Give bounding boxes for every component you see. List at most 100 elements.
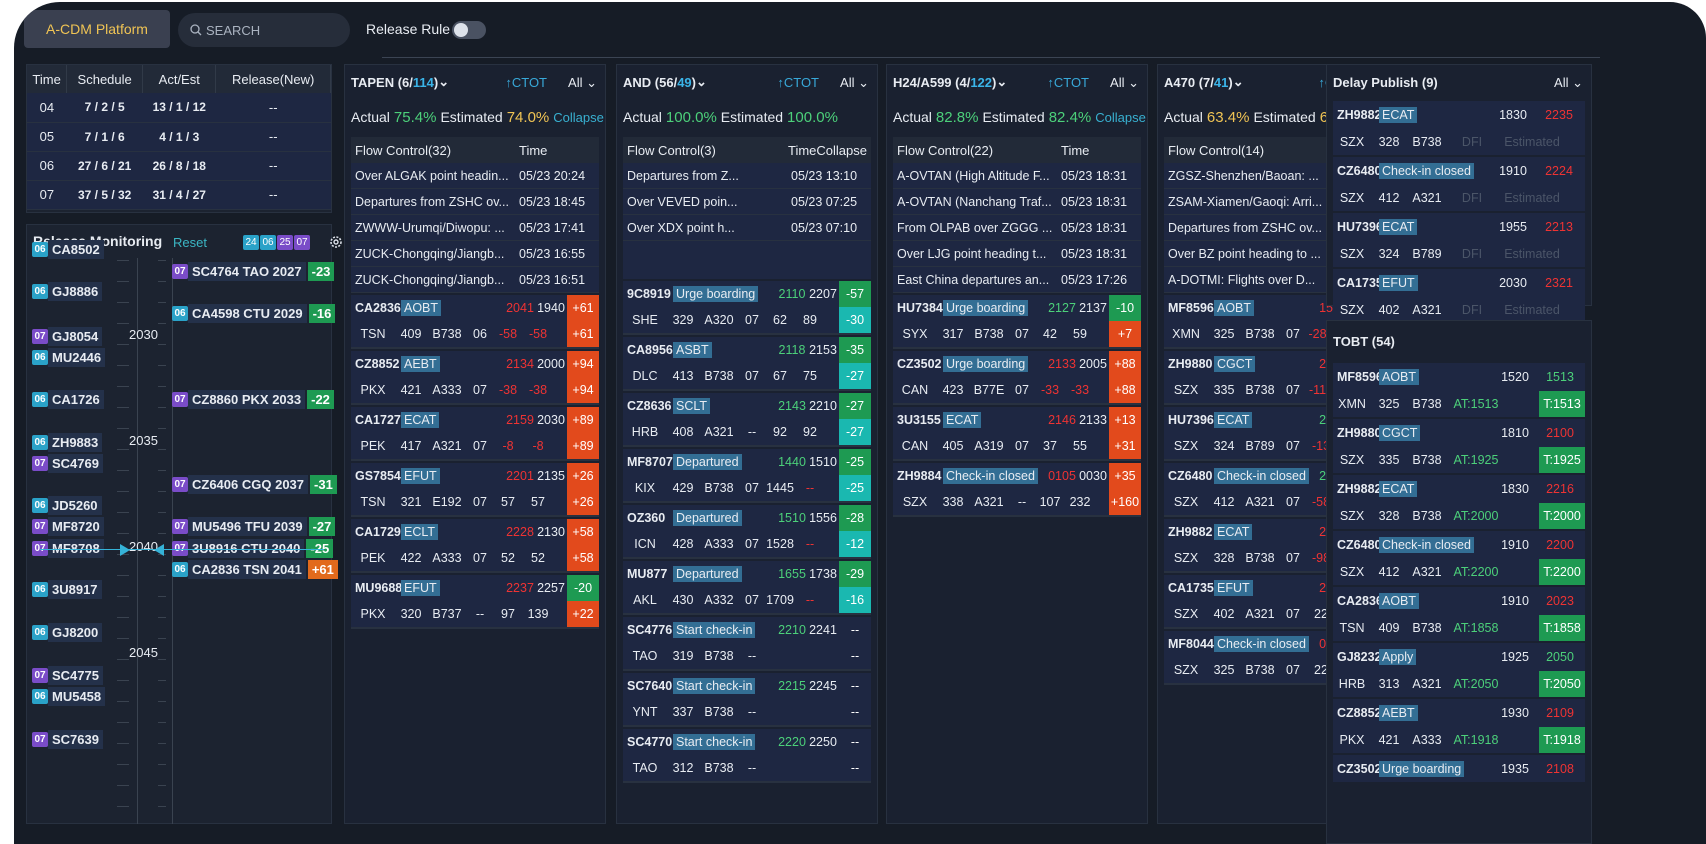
monitor-flight-right[interactable]: 07 SC4764 TAO 2027 -23 [172, 262, 335, 281]
flight-card[interactable]: MU9688 EFUT 2237 2257 -20 PKX 320 B737 -- 97 139 +2… [351, 575, 599, 629]
monitor-flight-left[interactable]: 07 GJ8054 [32, 327, 103, 346]
flight-card[interactable]: SC4770 Start check-in 2220 2250 -- TAO 312 B738… [623, 729, 871, 783]
chevron-down-icon[interactable]: ⌄ [696, 74, 707, 90]
delay-box: -25 [839, 475, 871, 501]
chevron-down-icon[interactable]: ⌄ [996, 74, 1007, 90]
tobt-item[interactable]: CZ8852 AEBT 1930 2109 PKX 421 A333 AT:1918 T:191… [1333, 699, 1585, 753]
flight-callsign: MU877 [627, 567, 668, 581]
monitor-flight-left[interactable]: 06 MU2446 [32, 348, 106, 367]
flight-field: SZX [1173, 663, 1199, 677]
flight-row-1: CZ3502 Urge boarding 2133 2005 +88 [893, 351, 1141, 377]
flight-field: 59 [1073, 327, 1087, 341]
delay-item[interactable]: ZH9882 ECAT 1830 2235 SZX 328 B738 DFI Estimated [1333, 101, 1585, 155]
monitor-flight-left[interactable]: 06 CA8502 [32, 240, 104, 259]
flight-field: KIX [634, 481, 656, 495]
monitor-flight-left[interactable]: 07 SC7639 [32, 730, 103, 749]
chevron-down-icon[interactable]: ⌄ [438, 74, 449, 90]
flow-control-row[interactable]: Over LJG point heading t... 05/23 18:31 [893, 241, 1141, 267]
chip-07[interactable]: 07 [294, 235, 310, 250]
chip-24[interactable]: 24 [243, 235, 259, 250]
flight-card[interactable]: SC7640 Start check-in 2215 2245 -- YNT 337 B738… [623, 673, 871, 727]
flow-control-row[interactable]: Departures from Z... 05/23 13:10 [623, 163, 871, 189]
delay-field: DFI [1461, 190, 1483, 205]
delay-item[interactable]: CZ6480 Check-in closed 1910 2224 SZX 412 A321 D… [1333, 157, 1585, 211]
flight-card[interactable]: CZ3502 Urge boarding 2133 2005 +88 CAN 423 B77E… [893, 351, 1141, 405]
timeline-tick [158, 680, 166, 681]
monitor-flight-left[interactable]: 07 SC4775 [32, 666, 103, 685]
delay-item[interactable]: HU7396 ECAT 1955 2213 SZX 324 B789 DFI Estimated [1333, 213, 1585, 267]
all-filter[interactable]: All ⌄ [1110, 75, 1139, 91]
tobt-item[interactable]: CZ3502 Urge boarding 1935 2108 [1333, 755, 1585, 782]
monitor-flight-left[interactable]: 06 MU5458 [32, 687, 106, 706]
timeline-tick [117, 575, 129, 576]
collapse-button[interactable]: Collapse [553, 110, 604, 125]
tobt-item[interactable]: CZ6480 Check-in closed 1910 2200 SZX 412 A321 A… [1333, 531, 1585, 585]
flight-card[interactable]: CZ8636 SCLT 2143 2210 -27 HRB 408 A321 -- 92 92 -27 [623, 393, 871, 447]
monitor-flight-left[interactable]: 07 MF8720 [32, 517, 104, 536]
chip-06[interactable]: 06 [260, 235, 276, 250]
gear-icon[interactable] [329, 235, 343, 249]
chip-25[interactable]: 25 [277, 235, 293, 250]
chevron-down-icon[interactable]: ⌄ [1233, 74, 1244, 90]
flight-card[interactable]: MF8707 Departured 1440 1510 -25 KIX 429 B738 07 1… [623, 449, 871, 503]
ctot-sort[interactable]: ↑CTOT [1047, 75, 1089, 90]
flight-card[interactable]: HU7384 Urge boarding 2127 2137 -10 SYX 317 B738… [893, 295, 1141, 349]
flow-control-row[interactable]: Over ALGAK point headin... 05/23 20:24 [351, 163, 599, 189]
platform-brand-button[interactable]: A-CDM Platform [24, 10, 170, 48]
flight-field: CAN [901, 439, 929, 453]
monitor-flight-left[interactable]: 07 SC4769 [32, 454, 103, 473]
flow-control-row[interactable]: ZUCK-Chongqing/Jiangb... 05/23 16:55 [351, 241, 599, 267]
monitor-flight-right[interactable]: 07 CZ8860 PKX 2033 -22 [172, 390, 334, 409]
collapse-button[interactable]: Collapse [1095, 110, 1146, 125]
flow-control-row[interactable]: ZUCK-Chongqing/Jiangb... 05/23 16:51 [351, 267, 599, 293]
flow-control-row[interactable]: East China departures an... 05/23 17:26 [893, 267, 1141, 293]
flow-control-row[interactable]: Departures from ZSHC ov... 05/23 18:45 [351, 189, 599, 215]
flight-card[interactable]: 3U3155 ECAT 2146 2133 +13 CAN 405 A319 07 37 55 +31 [893, 407, 1141, 461]
ctot-sort[interactable]: ↑CTOT [777, 75, 819, 90]
flow-control-row[interactable]: Over VEVED poin... 05/23 07:25 [623, 189, 871, 215]
tobt-item[interactable]: MF8596 AOBT 1520 1513 XMN 325 B738 AT:1513 T:151… [1333, 363, 1585, 417]
flight-card[interactable]: CA8956 ASBT 2118 2153 -35 DLC 413 B738 07 67 75 -27 [623, 337, 871, 391]
monitor-flight-left[interactable]: 06 ZH9883 [32, 433, 103, 452]
flight-card[interactable]: OZ360 Departured 1510 1556 -28 ICN 428 A333 07 15… [623, 505, 871, 559]
flight-card[interactable]: ZH9884 Check-in closed 0105 0030 +35 SZX 338 A3… [893, 463, 1141, 517]
flow-control-row[interactable]: Over XDX point h... 05/23 07:10 [623, 215, 871, 241]
flight-card[interactable]: GS7854 EFUT 2201 2135 +26 TSN 321 E192 07 57 57 +26 [351, 463, 599, 517]
all-filter[interactable]: All ⌄ [568, 75, 597, 91]
delay-item[interactable]: CA1735 EFUT 2030 2321 SZX 402 A321 DFI Estimated [1333, 269, 1585, 323]
flight-card[interactable]: CA2836 AOBT 2041 1940 +61 TSN 409 B738 06 -58 -58 +… [351, 295, 599, 349]
flow-control-row[interactable]: A-OVTAN (High Altitude F... 05/23 18:31 [893, 163, 1141, 189]
flow-control-row[interactable]: From OLPAB over ZGGG ... 05/23 18:31 [893, 215, 1141, 241]
flight-card[interactable]: 9C8919 Urge boarding 2110 2207 -57 SHE 329 A320… [623, 281, 871, 335]
flight-card[interactable]: CA1727 ECAT 2159 2030 +89 PEK 417 A321 07 -8 -8 +89 [351, 407, 599, 461]
monitor-flight-left[interactable]: 06 CA1726 [32, 390, 104, 409]
tobt-item[interactable]: ZH9880 CGCT 1810 2100 SZX 335 B738 AT:1925 T:192… [1333, 419, 1585, 473]
monitor-flight-left[interactable]: 06 GJ8200 [32, 623, 103, 642]
reset-button[interactable]: Reset [173, 235, 207, 250]
monitor-flight-right[interactable]: 06 CA2836 TSN 2041 +61 [172, 560, 338, 579]
flight-card[interactable]: CA1729 ECLT 2228 2130 +58 PEK 422 A333 07 52 52 +58 [351, 519, 599, 573]
monitor-flight-left[interactable]: 06 JD5260 [32, 496, 102, 515]
flight-card[interactable]: SC4776 Start check-in 2210 2241 -- TAO 319 B738… [623, 617, 871, 671]
monitor-flight-right[interactable]: 06 CA4598 CTU 2029 -16 [172, 304, 336, 323]
flight-card[interactable]: MU877 Departured 1655 1738 -29 AKL 430 A332 07 17… [623, 561, 871, 615]
collapse-button[interactable]: Collapse [816, 143, 871, 158]
all-filter[interactable]: All ⌄ [840, 75, 869, 91]
monitor-flight-right[interactable]: 07 CZ6406 CGQ 2037 -31 [172, 475, 337, 494]
release-rule-toggle[interactable] [452, 21, 486, 39]
flight-card[interactable]: CZ8852 AEBT 2134 2000 +94 PKX 421 A333 07 -38 -38 +… [351, 351, 599, 405]
tobt-item[interactable]: GJ8232 Apply 1925 2050 HRB 313 A321 AT:2050 T:20… [1333, 643, 1585, 697]
flight-callsign: CZ6480 [1168, 469, 1213, 483]
eobt-value: 2135 [537, 469, 565, 483]
search-input[interactable]: SEARCH [178, 13, 350, 47]
flow-control-row[interactable]: A-OVTAN (Nanchang Traf... 05/23 18:31 [893, 189, 1141, 215]
monitor-flight-left[interactable]: 06 3U8917 [32, 580, 102, 599]
tobt-item[interactable]: CA2836 AOBT 1910 2023 TSN 409 B738 AT:1858 T:185… [1333, 587, 1585, 641]
flight-field: PEK [360, 439, 386, 453]
monitor-flight-right[interactable]: 07 MU5496 TFU 2039 -27 [172, 517, 336, 536]
ctot-sort[interactable]: ↑CTOT [505, 75, 547, 90]
tobt-item[interactable]: ZH9882 ECAT 1830 2216 SZX 328 B738 AT:2000 T:200… [1333, 475, 1585, 529]
delay-all-filter[interactable]: All ⌄ [1554, 75, 1583, 91]
flow-control-row[interactable]: ZWWW-Urumqi/Diwopu: ... 05/23 17:41 [351, 215, 599, 241]
monitor-flight-left[interactable]: 06 GJ8886 [32, 282, 103, 301]
